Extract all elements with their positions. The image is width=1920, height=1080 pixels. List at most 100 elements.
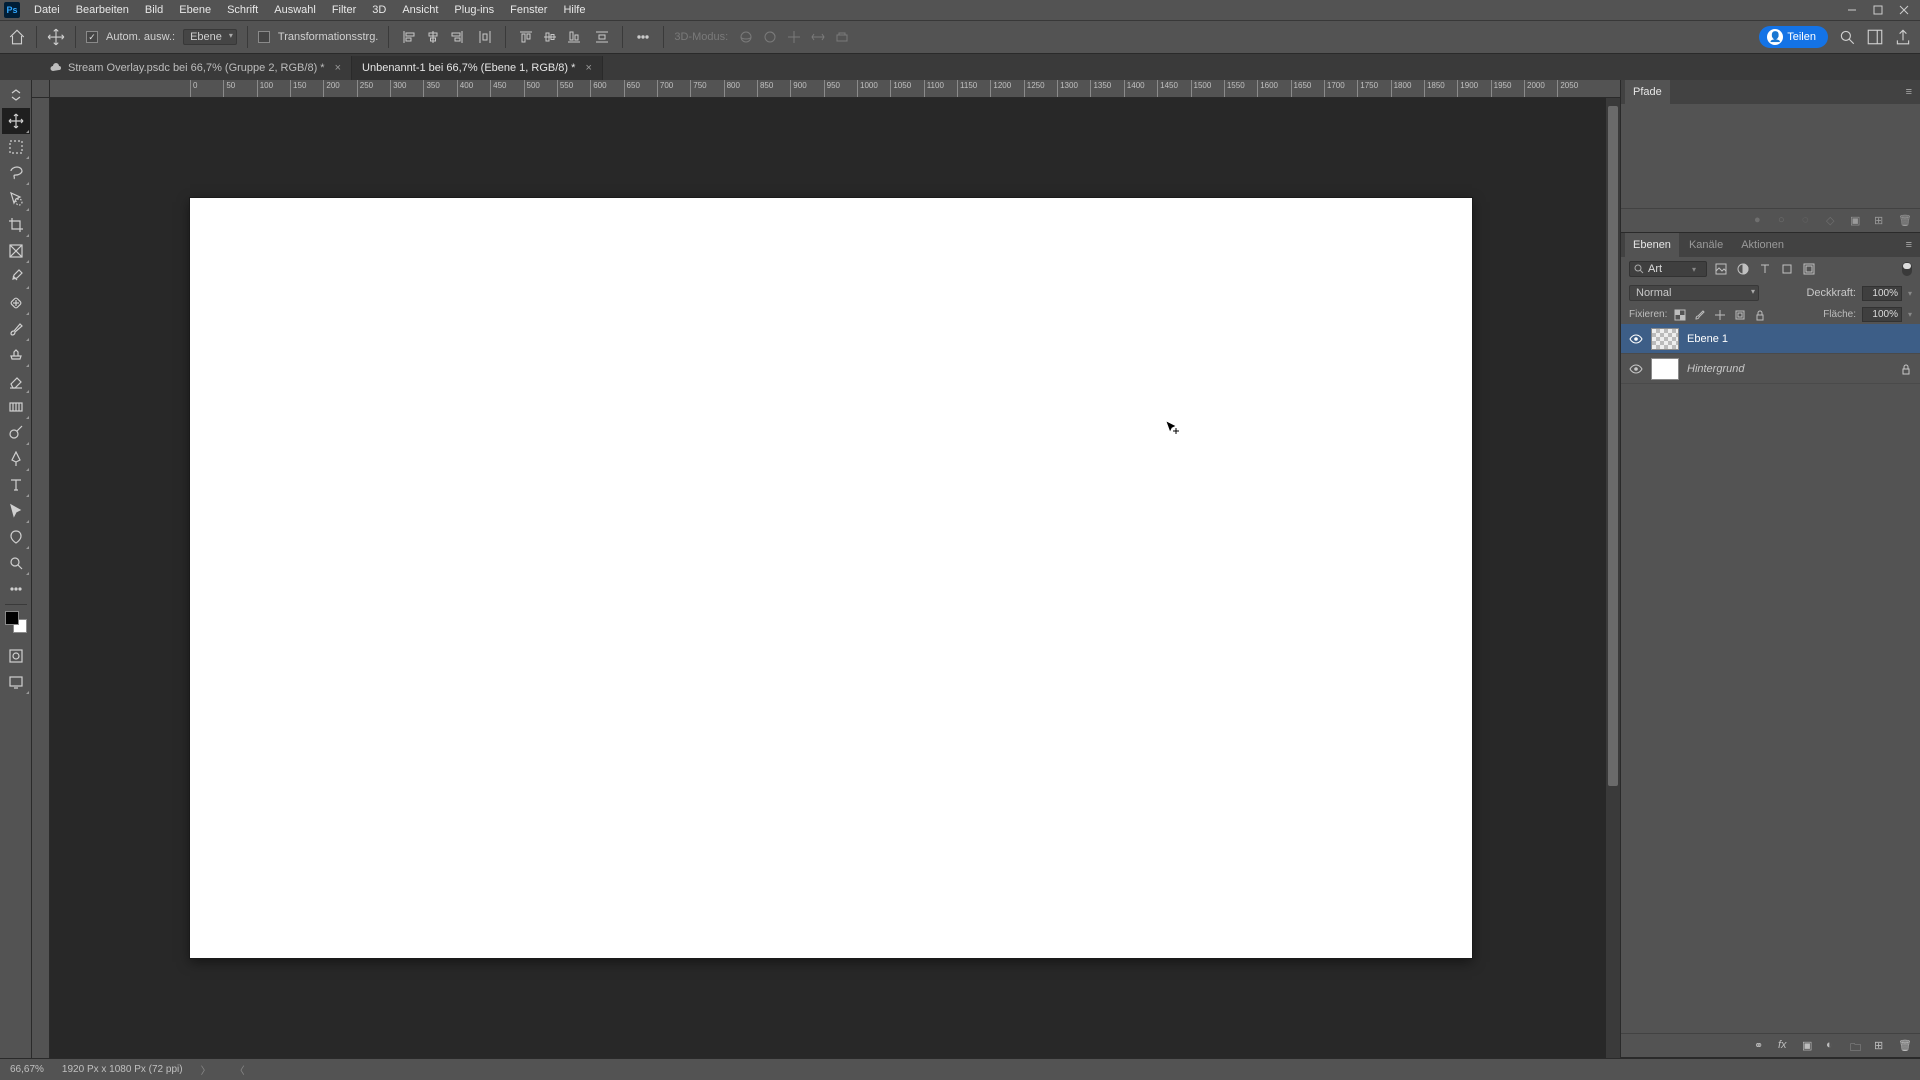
lock-transparency-icon[interactable] [1673,308,1687,322]
auto-select-target-dropdown[interactable]: Ebene [183,29,237,45]
menu-datei[interactable]: Datei [26,0,68,20]
delete-path-icon[interactable]: 🗑 [1898,214,1912,228]
selection-to-path-icon[interactable]: ◇ [1826,214,1840,228]
canvas[interactable] [190,198,1472,958]
screen-mode-tool[interactable] [2,669,30,695]
menu-plug-ins[interactable]: Plug-ins [446,0,502,20]
actions-tab[interactable]: Aktionen [1733,233,1792,257]
foreground-color-swatch[interactable] [5,611,19,625]
menu-fenster[interactable]: Fenster [502,0,555,20]
zoom-tool[interactable] [2,550,30,576]
align-bottom-icon[interactable] [564,27,584,47]
layers-panel-menu-icon[interactable]: ≡ [1902,239,1916,251]
layer-row[interactable]: Ebene 1 [1621,324,1920,354]
horizontal-ruler[interactable]: 0501001502002503003504004505005506006507… [50,80,1620,98]
fill-path-icon[interactable]: ● [1754,214,1768,228]
menu-3d[interactable]: 3D [364,0,394,20]
transform-controls-checkbox[interactable] [258,31,270,43]
lock-position-icon[interactable] [1713,308,1727,322]
more-tools-icon[interactable] [2,576,30,602]
filter-shape-icon[interactable] [1779,261,1795,277]
lock-all-icon[interactable] [1753,308,1767,322]
paths-panel-menu-icon[interactable]: ≡ [1902,86,1916,98]
eraser-tool[interactable] [2,368,30,394]
new-layer-icon[interactable]: ⊞ [1874,1039,1888,1053]
window-close[interactable] [1892,2,1916,18]
align-top-icon[interactable] [516,27,536,47]
quick-mask-tool[interactable] [2,643,30,669]
layer-visibility-icon[interactable] [1629,332,1643,346]
layer-fx-icon[interactable]: fx [1778,1039,1792,1053]
menu-ebene[interactable]: Ebene [171,0,219,20]
share-button[interactable]: 👤 Teilen [1759,26,1828,48]
align-vcenter-icon[interactable] [540,27,560,47]
pen-tool[interactable] [2,446,30,472]
filter-pixel-icon[interactable] [1713,261,1729,277]
menu-schrift[interactable]: Schrift [219,0,266,20]
filter-adjust-icon[interactable] [1735,261,1751,277]
shape-tool[interactable] [2,524,30,550]
menu-bild[interactable]: Bild [137,0,171,20]
canvas-area[interactable]: 0501001502002503003504004505005506006507… [32,80,1620,1058]
menu-filter[interactable]: Filter [324,0,364,20]
export-icon[interactable] [1894,28,1912,46]
vertical-ruler[interactable] [32,98,50,1058]
ruler-origin[interactable] [32,80,50,98]
add-mask-icon[interactable]: ▣ [1850,214,1864,228]
layer-filter-dropdown[interactable]: ▾ [1629,261,1707,277]
status-prev-icon[interactable]: 〈 [235,1062,245,1077]
layers-tab[interactable]: Ebenen [1625,233,1679,257]
gradient-tool[interactable] [2,394,30,420]
layer-thumbnail[interactable] [1651,358,1679,380]
doc-dimensions[interactable]: 1920 Px x 1080 Px (72 ppi) [62,1064,183,1075]
vertical-scrollbar[interactable] [1606,98,1620,1058]
new-path-icon[interactable]: ⊞ [1874,214,1888,228]
lasso-tool[interactable] [2,160,30,186]
healing-tool[interactable] [2,290,30,316]
layer-group-icon[interactable]: 🗀 [1850,1039,1864,1053]
channels-tab[interactable]: Kanäle [1681,233,1731,257]
window-maximize[interactable] [1866,2,1890,18]
distribute-h-icon[interactable] [475,27,495,47]
filter-type-icon[interactable] [1757,261,1773,277]
layer-name[interactable]: Ebene 1 [1687,333,1728,345]
layer-mask-icon[interactable]: ▣ [1802,1039,1816,1053]
menu-hilfe[interactable]: Hilfe [555,0,593,20]
filter-smart-icon[interactable] [1801,261,1817,277]
align-hcenter-icon[interactable] [423,27,443,47]
filter-toggle[interactable] [1902,262,1912,276]
align-left-icon[interactable] [399,27,419,47]
align-right-icon[interactable] [447,27,467,47]
fill-input[interactable] [1862,307,1902,322]
marquee-tool[interactable] [2,134,30,160]
color-swatches[interactable] [5,611,27,633]
link-layers-icon[interactable]: ⚭ [1754,1039,1768,1053]
lock-pixels-icon[interactable] [1693,308,1707,322]
lock-artboard-icon[interactable] [1733,308,1747,322]
layer-filter-input[interactable] [1648,263,1688,275]
blend-mode-dropdown[interactable]: Normal [1629,285,1759,301]
layer-visibility-icon[interactable] [1629,362,1643,376]
stroke-path-icon[interactable]: ○ [1778,214,1792,228]
path-select-tool[interactable] [2,498,30,524]
close-tab-icon[interactable]: × [335,62,341,74]
crop-tool[interactable] [2,212,30,238]
paths-tab[interactable]: Pfade [1625,80,1670,104]
brush-tool[interactable] [2,316,30,342]
close-tab-icon[interactable]: × [585,62,591,74]
auto-select-checkbox[interactable] [86,31,98,43]
path-to-selection-icon[interactable]: ◌ [1802,214,1816,228]
distribute-v-icon[interactable] [592,27,612,47]
status-chevron-icon[interactable]: 〉 [201,1062,211,1077]
delete-layer-icon[interactable]: 🗑 [1898,1039,1912,1053]
eyedropper-tool[interactable] [2,264,30,290]
quick-select-tool[interactable] [2,186,30,212]
layer-name[interactable]: Hintergrund [1687,363,1744,375]
adjustment-layer-icon[interactable]: ◐ [1826,1039,1840,1053]
document-tab[interactable]: Unbenannt-1 bei 66,7% (Ebene 1, RGB/8) *… [352,56,603,80]
move-tool[interactable] [2,108,30,134]
search-icon[interactable] [1838,28,1856,46]
window-minimize[interactable] [1840,2,1864,18]
opacity-input[interactable] [1862,286,1902,301]
menu-bearbeiten[interactable]: Bearbeiten [68,0,137,20]
